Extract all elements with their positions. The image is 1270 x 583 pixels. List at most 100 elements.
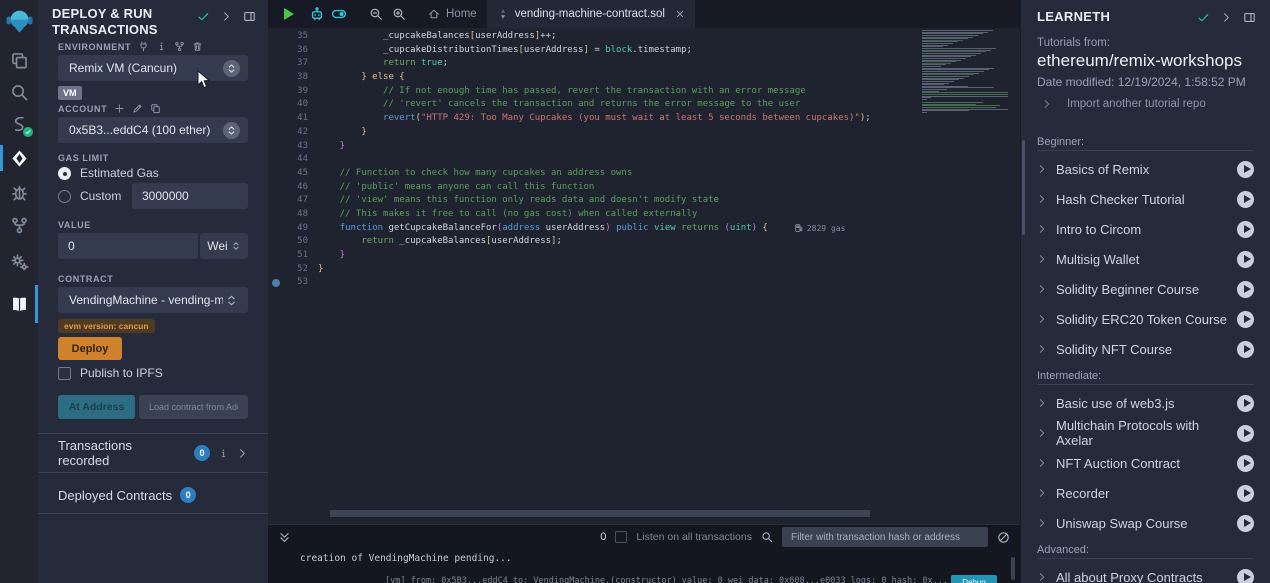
at-address-input[interactable] — [139, 395, 248, 419]
git-icon[interactable] — [0, 209, 38, 241]
tutorial-item[interactable]: Recorder — [1037, 478, 1254, 508]
close-tab-icon[interactable] — [675, 9, 685, 19]
play-tutorial-button[interactable] — [1237, 251, 1254, 268]
tutorial-item[interactable]: Solidity Beginner Course — [1037, 274, 1254, 304]
line-number[interactable]: 48 — [268, 208, 308, 222]
custom-gas-input[interactable] — [132, 183, 248, 209]
contract-select[interactable]: VendingMachine - vending-machin — [58, 287, 248, 313]
line-number[interactable]: 45 — [268, 167, 308, 181]
tutorial-item[interactable]: NFT Auction Contract — [1037, 448, 1254, 478]
sign-message-icon[interactable] — [132, 103, 143, 114]
info-icon[interactable] — [156, 41, 167, 52]
tutorial-item[interactable]: Basic use of web3.js — [1037, 388, 1254, 418]
code-line[interactable]: 47 // 'view' means this function only re… — [268, 194, 871, 208]
tutorial-item[interactable]: Multichain Protocols with Axelar — [1037, 418, 1254, 448]
code-line[interactable]: 43 } — [268, 140, 871, 154]
code-editor[interactable]: 35 _cupcakeBalances[userAddress]++;36 _c… — [268, 28, 1020, 524]
line-number[interactable]: 42 — [268, 126, 308, 140]
line-number[interactable]: 46 — [268, 181, 308, 195]
code-line[interactable]: 35 _cupcakeBalances[userAddress]++; — [268, 30, 871, 44]
run-script-button[interactable] — [284, 8, 294, 20]
file-explorer-icon[interactable] — [0, 44, 38, 76]
code-line[interactable]: 39 // If not enough time has passed, rev… — [268, 85, 871, 99]
at-address-button[interactable]: At Address — [58, 395, 135, 419]
plug-icon[interactable] — [138, 41, 149, 52]
deployed-contracts-row[interactable]: Deployed Contracts 0 — [58, 486, 248, 504]
play-tutorial-button[interactable] — [1237, 311, 1254, 328]
terminal-filter-input[interactable] — [782, 527, 988, 547]
line-number[interactable]: 51 — [268, 249, 308, 263]
copy-account-icon[interactable] — [150, 103, 161, 114]
chevron-right-icon[interactable] — [221, 11, 232, 22]
search-icon[interactable] — [0, 76, 38, 108]
play-tutorial-button[interactable] — [1237, 161, 1254, 178]
code-line[interactable]: 51 } — [268, 249, 871, 263]
code-line[interactable]: 40 // 'revert' cancels the transaction a… — [268, 98, 871, 112]
play-tutorial-button[interactable] — [1237, 281, 1254, 298]
line-number[interactable]: 49 — [268, 222, 308, 236]
fork-state-icon[interactable] — [174, 41, 185, 52]
deploy-button[interactable]: Deploy — [58, 337, 122, 360]
code-line[interactable]: 46 // 'public' means anyone can call thi… — [268, 181, 871, 195]
checkbox-icon[interactable] — [58, 367, 71, 380]
debugger-icon[interactable] — [0, 176, 38, 208]
custom-gas-option[interactable]: Custom — [58, 189, 121, 203]
remix-logo-icon[interactable] — [0, 5, 38, 37]
tutorial-item[interactable]: Basics of Remix — [1037, 154, 1254, 184]
import-repo-toggle[interactable]: Import another tutorial repo — [1042, 98, 1206, 110]
code-line[interactable]: 49 function getCupcakeBalanceFor(address… — [268, 222, 871, 236]
line-number[interactable]: 40 — [268, 98, 308, 112]
line-number[interactable]: 41 — [268, 112, 308, 126]
code-line[interactable]: 42 } — [268, 126, 871, 140]
terminal-scrollbar[interactable] — [1011, 557, 1015, 580]
play-tutorial-button[interactable] — [1237, 485, 1254, 502]
code-line[interactable]: 38 } else { — [268, 71, 871, 85]
code-line[interactable]: 53 — [268, 276, 871, 290]
play-tutorial-button[interactable] — [1237, 425, 1254, 442]
expand-terminal-icon[interactable] — [278, 531, 291, 544]
chevron-right-icon[interactable] — [1221, 12, 1232, 23]
ai-assistant-icon[interactable] — [309, 6, 325, 22]
value-unit-select[interactable]: Wei — [200, 233, 248, 259]
environment-select[interactable]: Remix VM (Cancun) — [58, 55, 248, 81]
play-tutorial-button[interactable] — [1237, 221, 1254, 238]
code-line[interactable]: 37 return true; — [268, 57, 871, 71]
ai-toggle-icon[interactable] — [331, 6, 347, 22]
code-line[interactable]: 48 // This makes it free to call (no gas… — [268, 208, 871, 222]
code-line[interactable]: 50 return _cupcakeBalances[userAddress]; — [268, 235, 871, 249]
radio-selected-icon[interactable] — [58, 167, 71, 180]
info-icon[interactable] — [218, 448, 229, 459]
tutorial-item[interactable]: Solidity NFT Course — [1037, 334, 1254, 364]
tutorial-item[interactable]: Multisig Wallet — [1037, 244, 1254, 274]
code-line[interactable]: 44 — [268, 153, 871, 167]
zoom-in-icon[interactable] — [392, 7, 406, 21]
chevron-right-icon[interactable] — [237, 448, 248, 459]
listen-checkbox[interactable] — [615, 531, 627, 543]
play-tutorial-button[interactable] — [1237, 455, 1254, 472]
tutorial-item[interactable]: Intro to Circom — [1037, 214, 1254, 244]
line-number[interactable]: 35 — [268, 30, 308, 44]
line-number[interactable]: 38 — [268, 71, 308, 85]
line-number[interactable]: 36 — [268, 44, 308, 58]
line-number[interactable]: 50 — [268, 235, 308, 249]
solidity-compiler-icon[interactable] — [0, 108, 38, 140]
play-tutorial-button[interactable] — [1237, 515, 1254, 532]
line-number[interactable]: 47 — [268, 194, 308, 208]
value-input[interactable] — [58, 233, 198, 259]
minimap[interactable] — [922, 30, 1012, 118]
learneth-icon[interactable] — [0, 288, 38, 320]
tutorial-item[interactable]: Uniswap Swap Course — [1037, 508, 1254, 538]
line-number[interactable]: 52 — [268, 263, 308, 277]
estimated-gas-option[interactable]: Estimated Gas — [58, 166, 159, 180]
tab-vending-machine-contract-sol[interactable]: vending-machine-contract.sol — [487, 0, 695, 28]
line-number[interactable]: 43 — [268, 140, 308, 154]
play-tutorial-button[interactable] — [1237, 191, 1254, 208]
delete-state-icon[interactable] — [192, 41, 203, 52]
radio-unselected-icon[interactable] — [58, 190, 71, 203]
transactions-recorded-row[interactable]: Transactions recorded 0 — [58, 444, 248, 462]
tutorial-item[interactable]: All about Proxy Contracts — [1037, 562, 1254, 583]
publish-ipfs-option[interactable]: Publish to IPFS — [58, 366, 163, 380]
clear-console-icon[interactable] — [997, 531, 1010, 544]
pin-panel-icon[interactable] — [1243, 11, 1256, 24]
zoom-out-icon[interactable] — [369, 7, 383, 21]
